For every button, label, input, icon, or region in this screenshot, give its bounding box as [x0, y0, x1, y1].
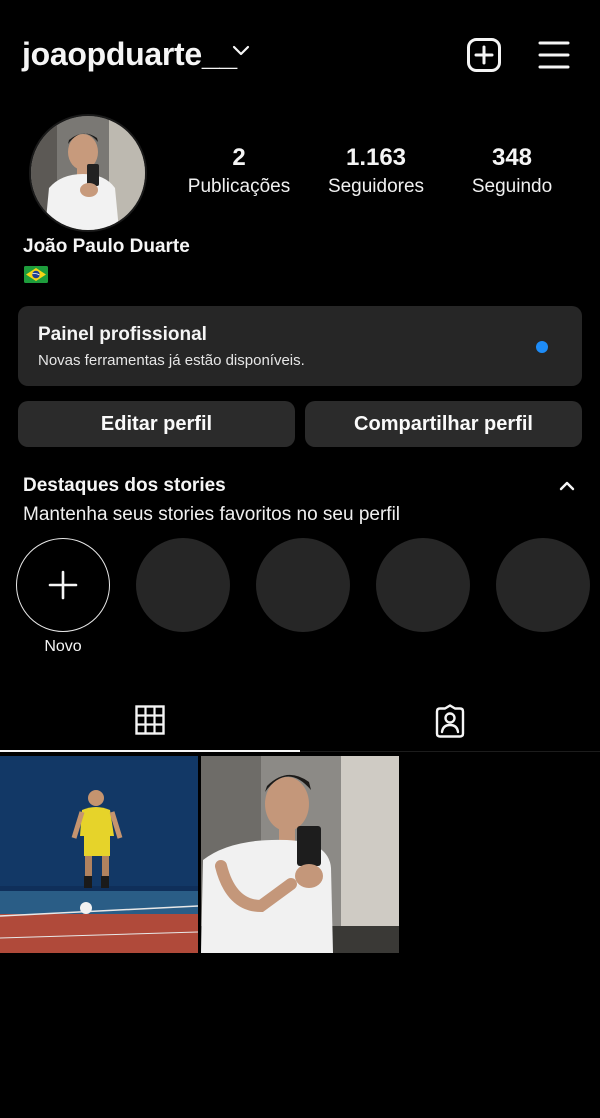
highlights-subtitle: Mantenha seus stories favoritos no seu p…: [23, 504, 401, 525]
brazil-flag-icon: [24, 266, 48, 283]
display-name: João Paulo Duarte: [23, 236, 190, 257]
new-highlight-label: Novo: [44, 638, 82, 655]
highlight-placeholder: [376, 538, 470, 632]
tab-tagged[interactable]: [300, 690, 600, 752]
highlight-placeholder: [496, 538, 590, 632]
grid-icon: [135, 705, 165, 735]
tagged-person-icon: [435, 703, 465, 738]
highlights-title: Destaques dos stories: [23, 475, 226, 496]
chevron-up-icon[interactable]: [559, 480, 575, 491]
plus-square-icon[interactable]: [466, 37, 502, 73]
pro-panel-subtitle: Novas ferramentas já estão disponíveis.: [38, 352, 305, 369]
top-bar: joaopduarte__: [0, 0, 600, 110]
post-image-futsal: [0, 756, 198, 953]
notification-dot: [536, 341, 548, 353]
hamburger-menu-icon[interactable]: [538, 40, 570, 70]
stat-followers[interactable]: 1.163 Seguidores: [316, 144, 436, 202]
pro-panel-title: Painel profissional: [38, 324, 207, 345]
stat-posts-value: 2: [232, 144, 246, 171]
highlight-placeholder: [256, 538, 350, 632]
stat-following-label: Seguindo: [471, 176, 553, 197]
chevron-down-icon[interactable]: [232, 45, 250, 57]
stat-following-value: 348: [491, 144, 533, 171]
post-thumbnail[interactable]: [0, 756, 198, 953]
post-thumbnail[interactable]: [201, 756, 399, 953]
highlight-placeholder: [136, 538, 230, 632]
plus-icon: [48, 570, 78, 600]
stat-followers-value: 1.163: [345, 144, 407, 171]
share-profile-button[interactable]: Compartilhar perfil: [305, 401, 582, 447]
post-image-mirror-selfie: [201, 756, 399, 953]
avatar-photo: [31, 116, 145, 230]
stat-followers-label: Seguidores: [327, 176, 425, 197]
tab-posts-grid[interactable]: [0, 690, 300, 752]
stat-posts-label: Publicações: [187, 176, 291, 197]
edit-profile-button[interactable]: Editar perfil: [18, 401, 295, 447]
username-title[interactable]: joaopduarte__: [22, 36, 237, 73]
stat-posts[interactable]: 2 Publicações: [180, 144, 298, 202]
professional-dashboard-card[interactable]: Painel profissional Novas ferramentas já…: [18, 306, 582, 386]
profile-avatar[interactable]: [29, 114, 147, 232]
stat-following[interactable]: 348 Seguindo: [462, 144, 562, 202]
new-highlight-button[interactable]: [16, 538, 110, 632]
